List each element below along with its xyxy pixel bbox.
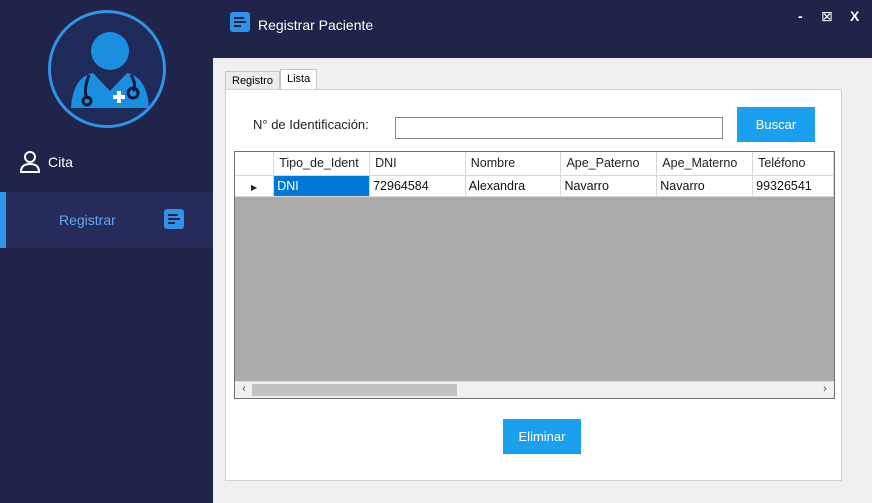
sidebar-item-label: Cita [48, 154, 73, 170]
column-header[interactable]: Ape_Paterno [560, 152, 658, 176]
horizontal-scrollbar[interactable]: ‹ › [235, 381, 834, 398]
row-pointer-icon: ▶ [251, 182, 258, 192]
tab-page-lista: N° de Identificación: Buscar Tipo_de_Ide… [225, 89, 842, 481]
form-icon [230, 12, 250, 37]
patients-grid[interactable]: Tipo_de_Ident DNI Nombre Ape_Paterno Ape… [234, 151, 835, 399]
column-header[interactable]: Ape_Materno [656, 152, 754, 176]
maximize-button[interactable]: ⊠ [821, 8, 833, 24]
id-label: N° de Identificación: [253, 117, 369, 132]
id-search-input[interactable] [395, 117, 723, 139]
grid-table: Tipo_de_Ident DNI Nombre Ape_Paterno Ape… [235, 152, 834, 197]
close-button[interactable]: X [850, 8, 859, 24]
tab-lista[interactable]: Lista [279, 69, 318, 90]
scroll-thumb[interactable] [252, 384, 457, 396]
column-header[interactable]: Tipo_de_Ident [273, 152, 371, 176]
grid-cell[interactable]: Navarro [560, 175, 658, 197]
grid-cell[interactable]: 72964584 [369, 175, 466, 197]
scroll-right-icon[interactable]: › [818, 383, 832, 395]
minimize-button[interactable]: - [798, 8, 803, 24]
tab-registro[interactable]: Registro [225, 71, 280, 90]
search-button[interactable]: Buscar [737, 107, 815, 142]
grid-cell[interactable]: Navarro [656, 175, 754, 197]
tab-bar: Registro Lista [225, 69, 318, 90]
sidebar-item-registrar[interactable]: Registrar [0, 192, 213, 248]
column-header[interactable]: DNI [369, 152, 466, 176]
main-content: Registro Lista N° de Identificación: Bus… [213, 58, 872, 503]
doctor-icon [71, 32, 149, 108]
grid-cell[interactable]: 99326541 [752, 175, 834, 197]
sidebar: Cita Registrar [0, 0, 213, 503]
scroll-left-icon[interactable]: ‹ [237, 383, 251, 395]
active-indicator [0, 192, 6, 248]
doctor-avatar [48, 10, 166, 128]
table-row[interactable]: ▶ DNI 72964584 Alexandra Navarro Navarro… [235, 175, 834, 197]
column-header[interactable]: Teléfono [752, 152, 834, 176]
grid-cell[interactable]: DNI [273, 175, 371, 197]
grid-header-row: Tipo_de_Ident DNI Nombre Ape_Paterno Ape… [235, 152, 834, 176]
delete-button[interactable]: Eliminar [503, 419, 581, 454]
grid-cell[interactable]: Alexandra [465, 175, 562, 197]
form-icon [164, 209, 184, 232]
title-bar: Registrar Paciente - ⊠ X [213, 0, 872, 58]
window-title: Registrar Paciente [258, 17, 374, 33]
sidebar-item-label: Registrar [59, 212, 116, 228]
column-header[interactable]: Nombre [465, 152, 562, 176]
row-header[interactable]: ▶ [235, 175, 275, 197]
row-header-corner [235, 152, 275, 176]
sidebar-item-cita[interactable]: Cita [0, 145, 213, 179]
user-icon [20, 151, 40, 173]
